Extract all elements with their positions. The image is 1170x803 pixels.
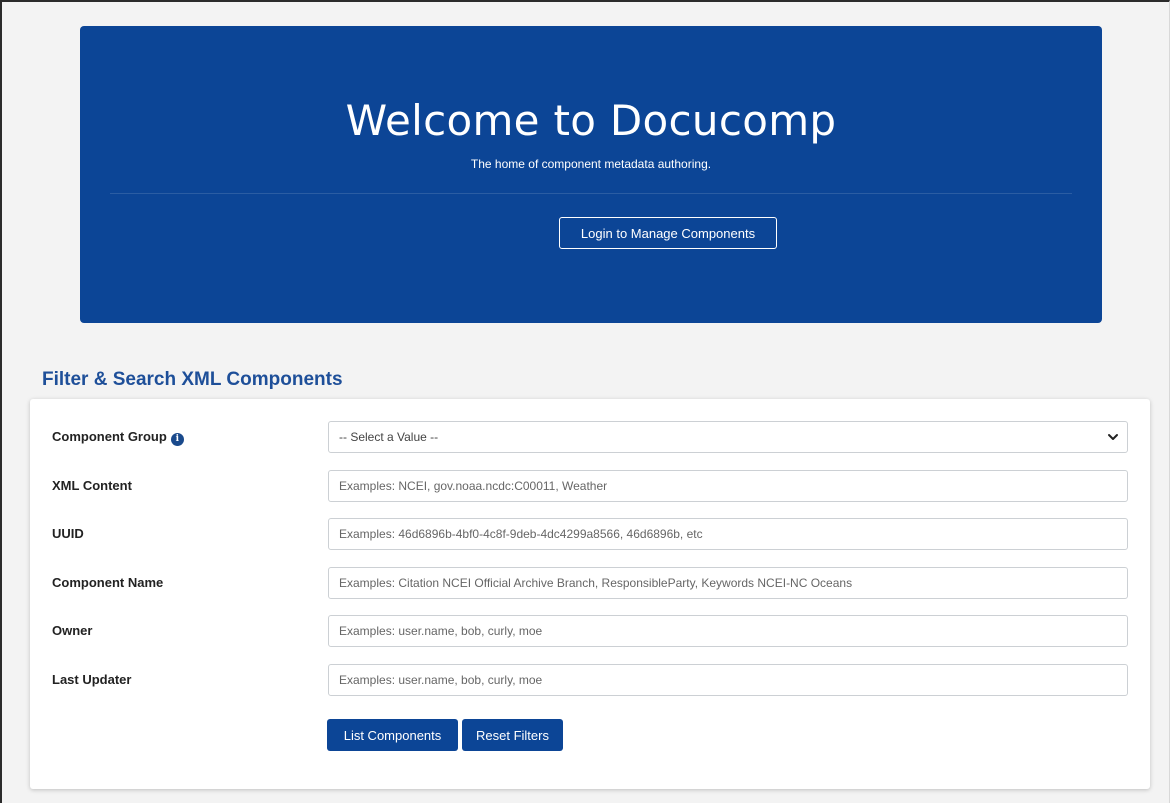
page-subtitle: The home of component metadata authoring…: [470, 157, 712, 171]
last-updater-label: Last Updater: [52, 672, 132, 687]
owner-label: Owner: [52, 623, 93, 638]
last-updater-input[interactable]: [328, 664, 1128, 696]
uuid-row: UUID: [30, 518, 1150, 550]
info-circle-icon[interactable]: i: [170, 433, 184, 446]
component-group-selected-value: -- Select a Value --: [339, 430, 439, 444]
xml-content-row: XML Content: [30, 470, 1150, 502]
xml-content-input[interactable]: [328, 470, 1128, 502]
owner-row: Owner: [30, 615, 1150, 647]
banner-divider: [110, 193, 1072, 194]
last-updater-row: Last Updater: [30, 664, 1150, 696]
search-panel: Component Group i -- Select a Value -- XM…: [30, 399, 1150, 789]
page-title: Welcome to Docucomp: [345, 96, 837, 145]
owner-input[interactable]: [328, 615, 1128, 647]
component-name-row: Component Name: [30, 567, 1150, 599]
xml-content-label: XML Content: [52, 478, 132, 493]
list-components-button[interactable]: List Components: [327, 719, 458, 751]
window-frame: Welcome to Docucomp The home of componen…: [0, 0, 1170, 803]
uuid-input[interactable]: [328, 518, 1128, 550]
welcome-banner: Welcome to Docucomp The home of componen…: [80, 26, 1102, 323]
chevron-down-icon: [1108, 434, 1118, 440]
search-section-title: Filter & Search XML Components: [42, 369, 343, 390]
component-group-select[interactable]: -- Select a Value --: [328, 421, 1128, 453]
component-group-label: Component Group i: [52, 429, 184, 446]
login-button[interactable]: Login to Manage Components: [559, 217, 777, 249]
uuid-label: UUID: [52, 526, 84, 541]
reset-filters-button[interactable]: Reset Filters: [462, 719, 563, 751]
component-name-label: Component Name: [52, 575, 164, 590]
component-group-row: Component Group i -- Select a Value --: [30, 421, 1150, 453]
component-name-input[interactable]: [328, 567, 1128, 599]
